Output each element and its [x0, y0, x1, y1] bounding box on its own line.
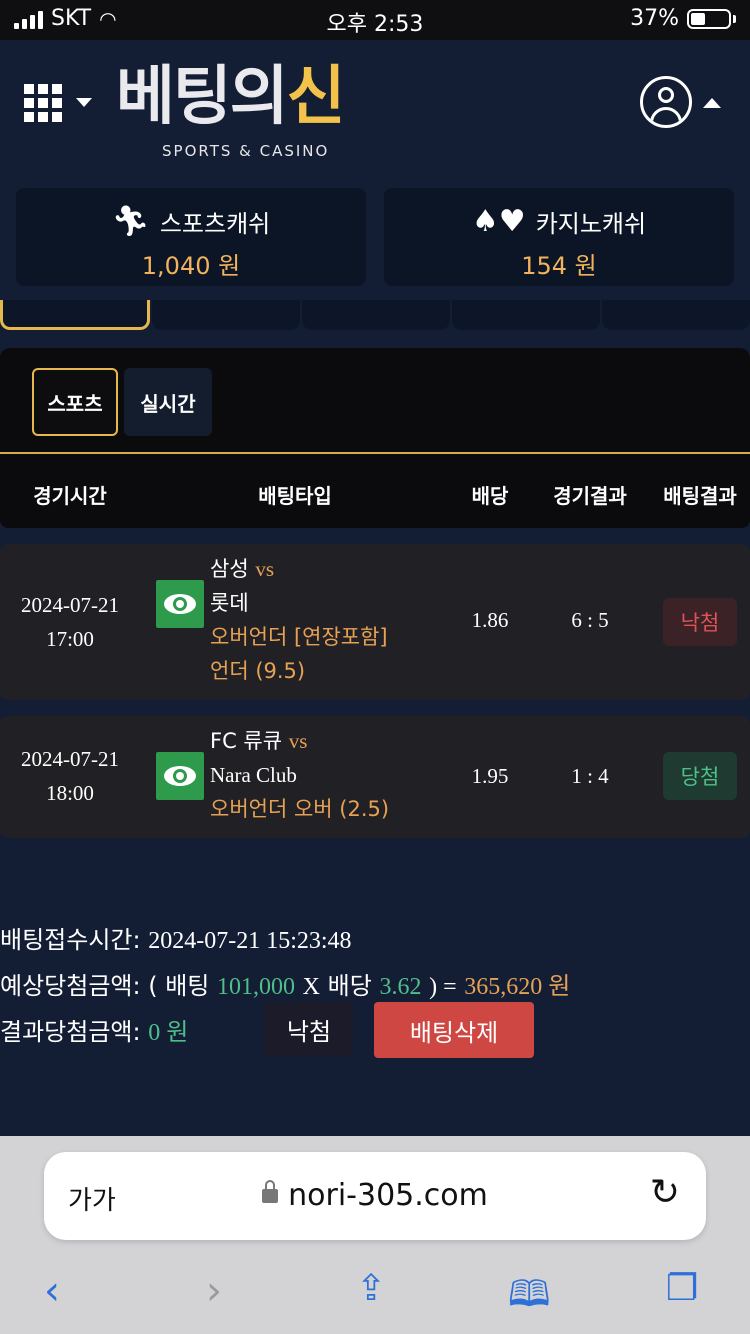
result-win-amount: 0 원: [148, 1020, 189, 1046]
url-text: nori-305.com: [288, 1178, 488, 1213]
header-time: 경기시간: [33, 484, 107, 508]
status-bar: SKT ◠ 오후 2:53 37%: [0, 0, 750, 40]
tab-4[interactable]: [452, 300, 600, 330]
browser-toolbar: 가가 nori-305.com ↻ ‹ › ⇪ 🕮︎ ❐: [0, 1136, 750, 1334]
back-icon[interactable]: ‹: [44, 1268, 60, 1314]
row-date: 2024-07-21: [21, 593, 119, 617]
row-vs: vs: [255, 557, 275, 581]
odds-label: 배당: [327, 972, 372, 1000]
runner-icon: 🏃︎: [111, 204, 150, 239]
receipt-time-value: 2024-07-21 15:23:48: [148, 928, 352, 954]
row-bet-info: FC 류큐 vs Nara Club 오버언더 오버 (2.5): [210, 724, 389, 826]
row-away-team: Nara Club: [210, 763, 297, 787]
row-odds: 1.86: [471, 608, 509, 632]
expected-open: ( 배팅: [148, 972, 210, 1000]
header-result: 경기결과: [553, 484, 627, 508]
user-icon[interactable]: [640, 76, 692, 128]
row-away-team: 롯데: [210, 591, 249, 615]
tab-3[interactable]: [302, 300, 450, 330]
tab-live[interactable]: 실시간: [124, 368, 212, 436]
forward-icon[interactable]: ›: [206, 1268, 222, 1314]
total-odds: 3.62: [379, 974, 422, 1000]
receipt-time-label: 배팅접수시간:: [0, 926, 141, 954]
table-header: 경기시간 배팅타입 배당 경기결과 배팅결과: [0, 452, 750, 528]
battery-percent: 37%: [630, 6, 679, 31]
address-bar[interactable]: 가가 nori-305.com ↻: [44, 1152, 706, 1240]
casino-cash-amount: 154 원: [521, 252, 597, 280]
sports-cash-box[interactable]: 🏃︎ 스포츠캐쉬 1,040 원: [16, 188, 366, 286]
share-icon[interactable]: ⇪: [356, 1268, 386, 1309]
sports-cash-amount: 1,040 원: [141, 252, 241, 280]
logo-subtitle: SPORTS & CASINO: [162, 142, 330, 160]
receipt-time-line: 배팅접수시간: 2024-07-21 15:23:48: [0, 920, 352, 955]
row-time: 17:00: [46, 627, 94, 651]
casino-cash-box[interactable]: ♠♥ 카지노캐쉬 154 원: [384, 188, 734, 286]
site-logo[interactable]: 베팅의신 SPORTS & CASINO: [116, 60, 386, 160]
casino-cash-label: 카지노캐쉬: [535, 210, 647, 238]
battery-group: 37%: [630, 6, 736, 31]
logo-main-text: 베팅의: [116, 60, 289, 134]
row-vs: vs: [288, 729, 308, 753]
result-win-label: 결과당첨금액:: [0, 1018, 141, 1046]
row-home-team: FC 류큐: [210, 729, 283, 753]
user-caret-icon[interactable]: [703, 98, 721, 108]
eye-icon[interactable]: [156, 752, 204, 800]
sports-cash-label: 스포츠캐쉬: [159, 210, 271, 238]
table-row: 2024-07-21 18:00 FC 류큐 vs Nara Club 오버언더…: [0, 716, 750, 838]
row-time: 18:00: [46, 781, 94, 805]
expected-win-label: 예상당첨금액:: [0, 972, 141, 1000]
row-odds: 1.95: [471, 764, 509, 788]
header-bet-result: 배팅결과: [663, 484, 737, 508]
row-home-team: 삼성: [210, 557, 249, 581]
row-date: 2024-07-21: [21, 747, 119, 771]
header-type: 배팅타입: [258, 484, 332, 508]
row-datetime: 2024-07-21 18:00: [0, 742, 140, 810]
row-pick: 언더 (9.5): [210, 659, 306, 683]
tab-2[interactable]: [152, 300, 300, 330]
reload-icon[interactable]: ↻: [650, 1172, 680, 1213]
url-display[interactable]: nori-305.com: [44, 1178, 706, 1213]
grid-menu-icon[interactable]: [24, 84, 62, 122]
lock-icon: [262, 1180, 279, 1203]
stake-amount: 101,000: [217, 974, 296, 1000]
row-score: 6 : 5: [571, 608, 609, 632]
result-win-line: 결과당첨금액: 0 원: [0, 1012, 188, 1047]
site-header: 베팅의신 SPORTS & CASINO: [0, 40, 750, 170]
bet-history-panel: 스포츠 실시간: [0, 348, 750, 452]
status-badge: 당첨: [663, 752, 737, 800]
header-odds: 배당: [471, 484, 509, 508]
row-bet-type: 오버언더 [연장포함]: [210, 625, 388, 649]
expected-amount: 365,620 원: [464, 974, 571, 1000]
tab-active[interactable]: [0, 300, 150, 330]
bookmarks-icon[interactable]: 🕮︎: [508, 1268, 550, 1329]
eye-icon[interactable]: [156, 580, 204, 628]
status-badge: 낙첨: [663, 598, 737, 646]
result-status-button[interactable]: 낙첨: [265, 1002, 353, 1056]
multiply-sign: X: [302, 974, 320, 1000]
tab-sports[interactable]: 스포츠: [32, 368, 118, 436]
row-datetime: 2024-07-21 17:00: [0, 588, 140, 656]
tab-5[interactable]: [602, 300, 750, 330]
row-bet-info: 삼성 vs 롯데 오버언더 [연장포함] 언더 (9.5): [210, 552, 388, 688]
expected-close: ) =: [429, 974, 457, 1000]
expected-win-line: 예상당첨금액: ( 배팅 101,000 X 배당 3.62 ) = 365,6…: [0, 966, 570, 1001]
category-tab-strip: [0, 300, 750, 334]
table-row: 2024-07-21 17:00 삼성 vs 롯데 오버언더 [연장포함] 언더…: [0, 544, 750, 700]
delete-bet-button[interactable]: 배팅삭제: [374, 1002, 534, 1058]
cards-icon: ♠♥: [471, 204, 526, 239]
row-pick: 오버언더 오버 (2.5): [210, 797, 390, 821]
row-score: 1 : 4: [571, 764, 609, 788]
battery-icon: [687, 8, 731, 29]
logo-accent-text: 신: [286, 60, 346, 134]
tabs-icon[interactable]: ❐: [666, 1268, 698, 1309]
menu-caret-icon[interactable]: [76, 98, 92, 107]
